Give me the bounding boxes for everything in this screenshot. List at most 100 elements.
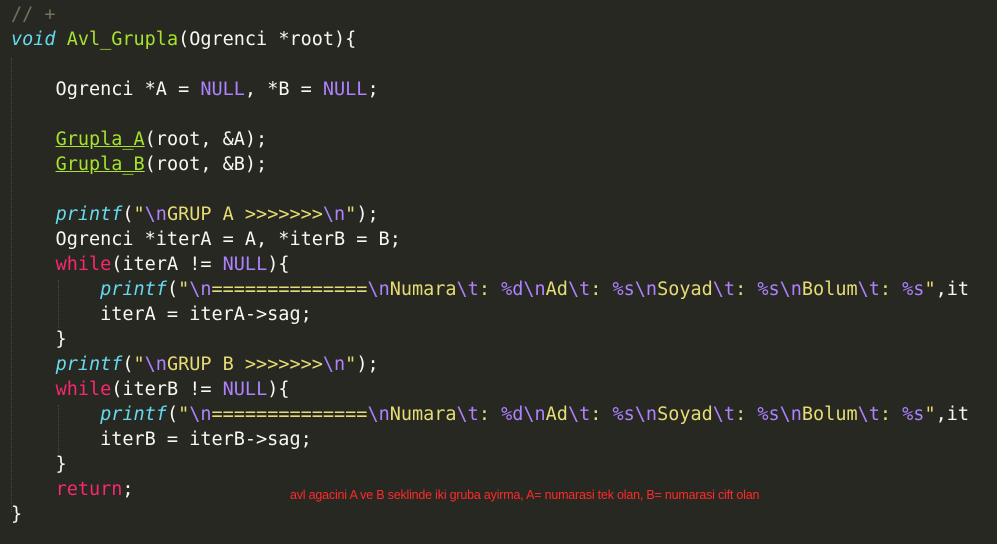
code-line[interactable]: Grupla_A(root, &A);	[11, 127, 268, 152]
code-line[interactable]: printf("\n==============\nNumara\t: %d\n…	[11, 402, 969, 427]
code-token: Numara	[389, 404, 457, 425]
code-token: \t	[567, 279, 591, 300]
code-token: Grupla_B	[55, 154, 145, 175]
code-token: \n	[189, 279, 212, 300]
code-line[interactable]: iterA = iterA->sag;	[11, 302, 312, 327]
code-line[interactable]: while(iterB != NULL){	[11, 377, 290, 402]
code-token: (	[166, 404, 179, 425]
code-token: "	[924, 279, 936, 300]
code-token: ==============	[211, 279, 368, 300]
code-token: Soyad	[657, 279, 713, 300]
code-token: );	[356, 354, 379, 375]
code-token: Ogrenci *iterA = A, *iterB = B;	[11, 229, 401, 250]
code-token: NULL	[222, 254, 268, 275]
code-token: \n	[189, 404, 212, 425]
code-line[interactable]: Ogrenci *iterA = A, *iterB = B;	[11, 227, 401, 252]
code-editor[interactable]: // + void Avl_Grupla(Ogrenci *root){ Ogre…	[0, 0, 997, 544]
code-line[interactable]: }	[11, 502, 22, 527]
code-line[interactable]: }	[11, 452, 67, 477]
code-line[interactable]: Ogrenci *A = NULL, *B = NULL;	[11, 77, 379, 102]
code-token: \n	[322, 354, 346, 375]
code-token: :	[478, 279, 502, 300]
code-token: Ad	[545, 279, 568, 300]
code-token: :	[735, 404, 758, 425]
code-token: \t	[567, 404, 591, 425]
code-token: %s	[902, 279, 925, 300]
code-token: NULL	[222, 379, 268, 400]
code-token: :	[478, 404, 502, 425]
code-line[interactable]: printf("\nGRUP A >>>>>>>\n");	[11, 202, 379, 227]
code-token: Bolum	[801, 404, 858, 425]
code-token: ;	[367, 79, 379, 100]
code-token: GRUP B >>>>>>>	[166, 354, 323, 375]
code-token: }	[11, 454, 67, 475]
code-token: \t	[857, 404, 880, 425]
code-token: Ad	[545, 404, 568, 425]
code-token: %d	[501, 279, 524, 300]
code-token: %s	[757, 279, 780, 300]
code-token: }	[11, 504, 23, 525]
code-token: \n	[523, 404, 546, 425]
code-token: \n	[322, 204, 346, 225]
code-token: printf	[55, 354, 123, 375]
code-token: (root, &A);	[144, 129, 268, 150]
code-token: printf	[100, 279, 167, 300]
code-token: (root, &B);	[144, 154, 268, 175]
code-line[interactable]: Grupla_B(root, &B);	[11, 152, 268, 177]
code-token: while	[55, 254, 112, 275]
code-token: \t	[857, 279, 880, 300]
code-token: "	[178, 404, 190, 425]
code-token: %s	[612, 404, 635, 425]
code-line[interactable]: iterB = iterB->sag;	[11, 427, 312, 452]
code-token: ){	[267, 379, 290, 400]
code-token: \n	[367, 404, 390, 425]
code-line[interactable]: while(iterA != NULL){	[11, 252, 290, 277]
code-token: return	[55, 479, 123, 500]
code-token: (iterB !=	[111, 379, 223, 400]
code-token: (Ogrenci *root){	[178, 29, 357, 50]
code-token: \n	[634, 279, 658, 300]
code-token: GRUP A >>>>>>>	[166, 204, 323, 225]
code-token: Bolum	[801, 279, 858, 300]
code-token: \t	[456, 279, 479, 300]
code-token: NULL	[322, 79, 368, 100]
code-token: \n	[144, 354, 167, 375]
code-token: void	[11, 29, 56, 50]
code-token: \t	[712, 279, 736, 300]
code-token: "	[133, 204, 145, 225]
code-line[interactable]: return;	[11, 477, 134, 502]
code-token: (iterA !=	[111, 254, 223, 275]
red-annotation-note: avl agacini A ve B seklinde iki gruba ay…	[290, 488, 760, 502]
code-token: (	[122, 354, 134, 375]
code-token: (	[166, 279, 179, 300]
code-token: \n	[634, 404, 658, 425]
code-token: \n	[523, 279, 546, 300]
code-line[interactable]: }	[11, 327, 67, 352]
code-token: );	[356, 204, 379, 225]
code-line[interactable]: printf("\nGRUP B >>>>>>>\n");	[11, 352, 379, 377]
code-token: "	[133, 354, 145, 375]
code-line[interactable]: void Avl_Grupla(Ogrenci *root){	[11, 27, 356, 52]
code-token: // +	[11, 4, 56, 25]
code-token: :	[879, 279, 903, 300]
code-line[interactable]: printf("\n==============\nNumara\t: %d\n…	[11, 277, 969, 302]
code-token: ==============	[211, 404, 368, 425]
code-token: printf	[55, 204, 123, 225]
code-token: %s	[757, 404, 780, 425]
code-token: :	[590, 404, 613, 425]
code-token: while	[55, 379, 112, 400]
code-token: "	[924, 404, 936, 425]
code-line[interactable]: // +	[11, 2, 56, 27]
code-token: Numara	[389, 279, 457, 300]
code-token: iterA = iterA->sag;	[11, 304, 312, 325]
code-token: ,it	[935, 279, 970, 300]
code-token: \n	[779, 404, 802, 425]
